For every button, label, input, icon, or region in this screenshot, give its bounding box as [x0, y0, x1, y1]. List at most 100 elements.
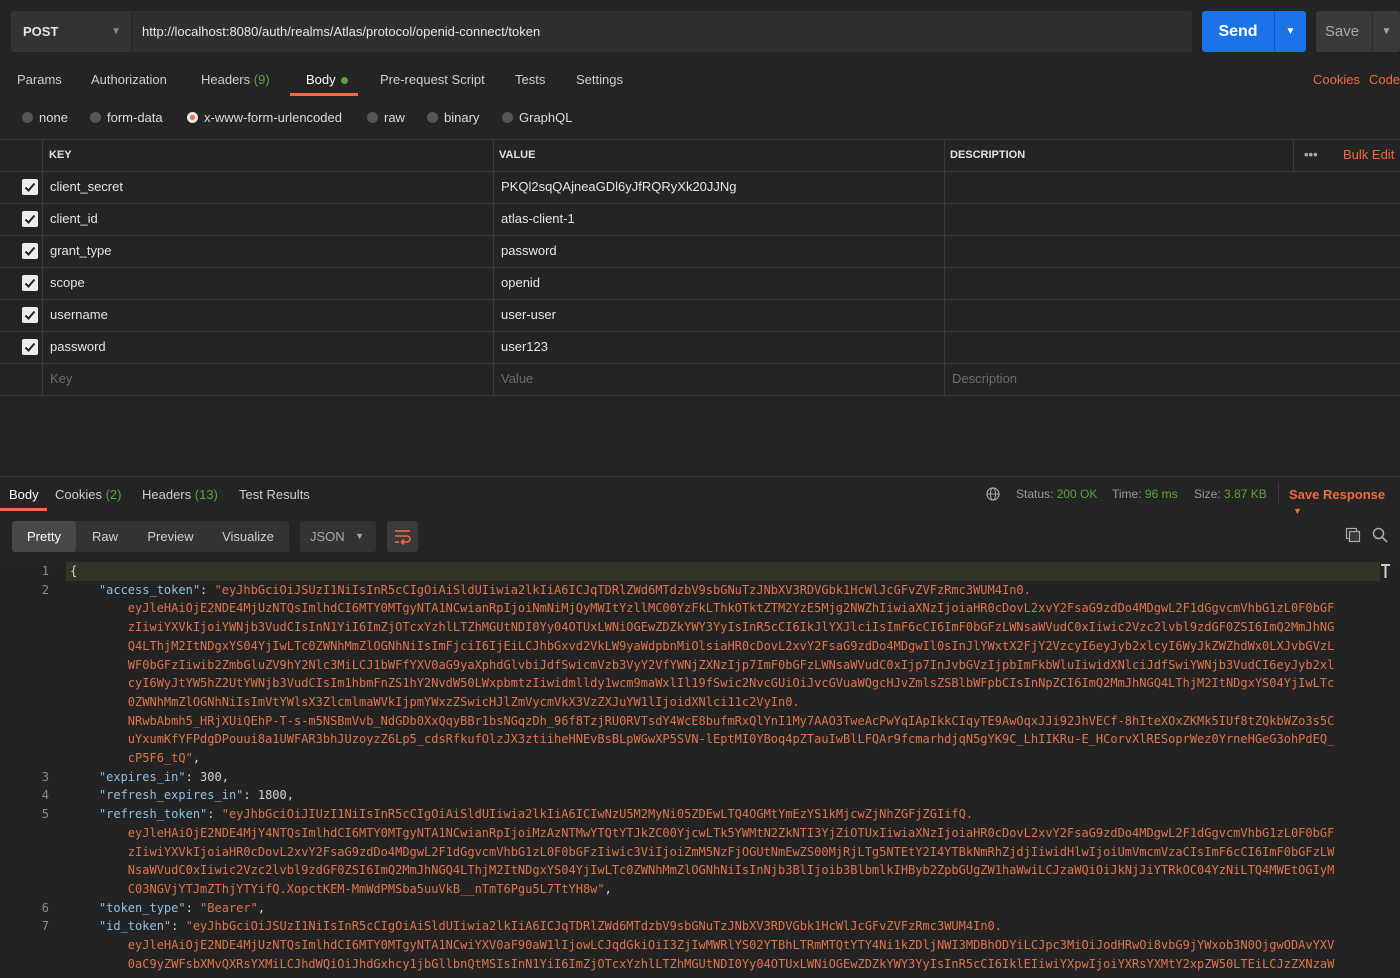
json-string: zIiwiYXVkIjoiYWNjb3VudCIsInN1YiI6ImZjOTc… [70, 620, 1335, 635]
view-visualize-button[interactable]: Visualize [207, 521, 289, 552]
response-tab-cookies-label: Cookies [55, 487, 102, 502]
line-number: 6 [41, 900, 49, 915]
tab-authorization[interactable]: Authorization [91, 72, 167, 87]
checkmark-icon [24, 182, 36, 192]
col-divider [944, 139, 945, 396]
json-punctuation: : 1800, [243, 788, 294, 803]
chevron-down-icon: ▼ [355, 531, 364, 541]
radio-urlencoded[interactable]: x-www-form-urlencoded [187, 110, 342, 125]
wrap-lines-icon [395, 530, 411, 546]
divider [1278, 482, 1279, 504]
json-key: "expires_in" [70, 769, 186, 784]
method-select[interactable]: POST ▼ [11, 11, 131, 52]
bulk-edit-link[interactable]: Bulk Edit [1343, 139, 1394, 171]
row-value[interactable]: user123 [501, 331, 548, 363]
active-response-tab-underline [0, 508, 47, 511]
send-options-chevron-icon[interactable]: ▼ [1275, 11, 1306, 52]
radio-form-data[interactable]: form-data [90, 110, 163, 125]
radio-none[interactable]: none [22, 110, 68, 125]
tab-body[interactable]: Body [306, 72, 348, 87]
json-punctuation: : 300, [185, 769, 229, 784]
row-value[interactable]: user-user [501, 299, 556, 331]
save-options-chevron-icon[interactable]: ▼ [1373, 11, 1400, 52]
json-string: uYxumKfYFPdgDPouui8a1UWFAR3bhJUzoyzZ6Lp5… [70, 732, 1335, 747]
response-tab-headers[interactable]: Headers (13) [142, 487, 218, 502]
json-string: zIiwiYXVkIjoiaHR0cDovL2xvY2FsaG9zdDo4MDg… [70, 844, 1335, 859]
code-text: eyJleHAiOjE2NDE4MjY4NTQsImlhdCI6MTY0MTgy… [70, 824, 1335, 843]
wrap-lines-button[interactable] [387, 521, 418, 552]
search-icon[interactable] [1372, 527, 1388, 543]
code-text: WF0bGFzIiwib2ZmbGluZV9hY2Nlc3MiLCJ1bWFfY… [70, 656, 1335, 675]
format-select[interactable]: JSON ▼ [300, 521, 376, 552]
tab-pre-request-script[interactable]: Pre-request Script [380, 72, 485, 87]
json-string: cP5F6_tQ" [70, 751, 193, 765]
json-key: "refresh_expires_in" [70, 788, 244, 803]
send-label: Send [1218, 23, 1258, 40]
code-text: zIiwiYXVkIjoiYWNjb3VudCIsInN1YiI6ImZjOTc… [70, 618, 1335, 637]
row-value[interactable]: PKQl2sqQAjneaGDl6yJfRQRyXk20JJNg [501, 171, 737, 203]
new-description-input[interactable]: Description [952, 363, 1017, 395]
new-key-input[interactable]: Key [50, 363, 72, 395]
row-key[interactable]: client_id [50, 203, 98, 235]
globe-icon[interactable] [986, 487, 1000, 501]
row-checkbox[interactable] [22, 275, 38, 291]
code-link[interactable]: Code [1369, 72, 1400, 87]
response-tab-cookies[interactable]: Cookies (2) [55, 487, 121, 502]
response-tab-test-results[interactable]: Test Results [239, 487, 310, 502]
cookies-link[interactable]: Cookies [1313, 72, 1360, 87]
response-tab-headers-label: Headers [142, 487, 192, 502]
size-value: 3.87 KB [1224, 487, 1267, 501]
row-checkbox[interactable] [22, 211, 38, 227]
code-text: "token_type": "Bearer", [70, 899, 265, 918]
code-text: 0aC9yZWFsbXMvQXRsYXMiLCJhdWQiOiJhdGxhcy1… [70, 955, 1335, 974]
tab-settings[interactable]: Settings [576, 72, 623, 87]
row-key[interactable]: username [50, 299, 108, 331]
row-value[interactable]: atlas-client-1 [501, 203, 575, 235]
radio-binary[interactable]: binary [427, 110, 479, 125]
json-string: cyI6WyJtYW5hZ2UtYWNjb3VudCIsIm1hbmFnZS1h… [70, 676, 1335, 691]
tab-params[interactable]: Params [17, 72, 62, 87]
tab-tests[interactable]: Tests [515, 72, 545, 87]
more-options-icon[interactable]: ••• [1304, 139, 1318, 171]
save-button[interactable]: Save ▼ [1316, 11, 1400, 52]
send-button[interactable]: Send ▼ [1202, 11, 1306, 52]
new-value-input[interactable]: Value [501, 363, 533, 395]
row-key[interactable]: grant_type [50, 235, 111, 267]
row-key[interactable]: client_secret [50, 171, 123, 203]
row-key[interactable]: scope [50, 267, 85, 299]
row-checkbox[interactable] [22, 179, 38, 195]
row-value[interactable]: openid [501, 267, 540, 299]
radio-graphql[interactable]: GraphQL [502, 110, 572, 125]
save-response-button[interactable]: Save Response ▼ [1289, 487, 1400, 517]
view-preview-button[interactable]: Preview [134, 521, 207, 552]
row-checkbox[interactable] [22, 339, 38, 355]
checkmark-icon [24, 310, 36, 320]
url-input[interactable]: http://localhost:8080/auth/realms/Atlas/… [132, 11, 1192, 52]
view-raw-button[interactable]: Raw [76, 521, 134, 552]
json-key: "id_token" [70, 919, 172, 934]
row-checkbox[interactable] [22, 243, 38, 259]
line-number: 7 [41, 919, 49, 934]
code-text: cP5F6_tQ", [70, 749, 200, 768]
tab-headers[interactable]: Headers (9) [201, 72, 270, 87]
row-key[interactable]: password [50, 331, 106, 363]
code-text: "access_token": "eyJhbGciOiJSUzI1NiIsInR… [70, 581, 1031, 600]
copy-icon[interactable] [1345, 527, 1361, 543]
view-pretty-button[interactable]: Pretty [12, 521, 76, 552]
row-value[interactable]: password [501, 235, 557, 267]
table-header-row: KEY VALUE DESCRIPTION ••• Bulk Edit [0, 139, 1400, 172]
json-punctuation: : [185, 900, 201, 915]
response-tab-body[interactable]: Body [9, 487, 39, 502]
checkmark-icon [24, 246, 36, 256]
code-text: "refresh_token": "eyJhbGciOiJIUzI1NiIsIn… [70, 805, 973, 824]
radio-raw[interactable]: raw [367, 110, 405, 125]
response-body-editor[interactable]: 1 {2 "access_token": "eyJhbGciOiJSUzI1NiI… [0, 562, 1400, 978]
col-value-header: VALUE [499, 149, 536, 161]
response-tab-headers-count: (13) [194, 487, 218, 502]
row-checkbox[interactable] [22, 307, 38, 323]
tab-headers-count: (9) [253, 72, 270, 87]
radio-raw-label: raw [384, 110, 405, 125]
json-string: "Bearer" [200, 900, 258, 915]
body-active-dot-icon [340, 77, 348, 85]
radio-circle-icon [367, 112, 378, 123]
